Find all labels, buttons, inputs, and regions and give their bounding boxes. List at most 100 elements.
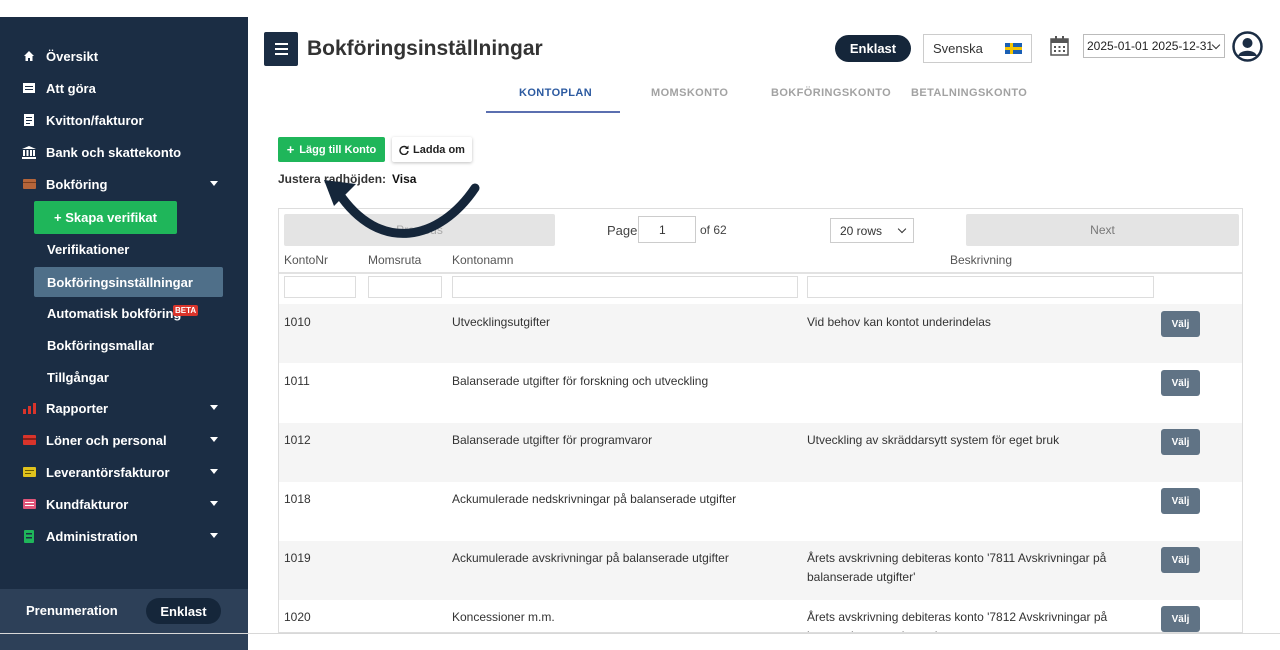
sidebar-item-label: Löner och personal [46, 432, 167, 448]
cell-beskrivning: Utveckling av skräddarsytt system för eg… [807, 433, 1060, 447]
select-account-button[interactable]: Välj [1161, 606, 1200, 632]
tab-momskonto[interactable]: MOMSKONTO [651, 87, 728, 99]
sidebar-item-kundfakturor[interactable]: Kundfakturor [0, 490, 248, 518]
chevron-down-icon [210, 405, 218, 410]
reload-button[interactable]: Ladda om [392, 137, 472, 162]
table-row[interactable]: 1020 Koncessioner m.m. Årets avskrivning… [279, 600, 1242, 632]
active-tab-indicator [486, 111, 620, 113]
sidebar-item-bank[interactable]: Bank och skattekonto [0, 138, 248, 166]
table-row[interactable]: 1012 Balanserade utgifter för programvar… [279, 423, 1242, 482]
rows-per-page-select[interactable]: 20 rows [830, 218, 914, 243]
user-avatar-icon[interactable] [1232, 31, 1263, 62]
next-page-button[interactable]: Next [966, 214, 1239, 246]
page-title: Bokföringsinställningar [307, 37, 543, 60]
cell-kontonamn: Balanserade utgifter för forskning och u… [452, 374, 709, 388]
sidebar-item-label: Kvitton/fakturor [46, 112, 144, 128]
sidebar-item-loner[interactable]: Löner och personal [0, 426, 248, 454]
accounts-table: Previous Page 1 of 62 20 rows Next Konto… [278, 208, 1243, 633]
sidebar-subitem-tillgangar[interactable]: Tillgångar [47, 370, 109, 385]
sidebar-item-leverantorsfakturor[interactable]: Leverantörsfakturor [0, 458, 248, 486]
hamburger-line [274, 43, 288, 45]
select-account-button[interactable]: Välj [1161, 429, 1200, 455]
cell-kontonamn: Koncessioner m.m. [452, 610, 555, 624]
sidebar-subitem-bokforingsmallar[interactable]: Bokföringsmallar [47, 338, 154, 353]
tab-betalningskonto[interactable]: BETALNINGSKONTO [911, 87, 1027, 99]
swedish-flag-icon [1005, 43, 1022, 54]
menu-toggle-button[interactable] [264, 32, 298, 66]
sidebar-item-label: Leverantörsfakturor [46, 464, 170, 480]
select-account-button[interactable]: Välj [1161, 370, 1200, 396]
date-range-value: 2025-01-01 2025-12-31 [1087, 39, 1214, 53]
sidebar-subitem-automatisk-bokforing[interactable]: Automatisk bokföring [47, 306, 181, 321]
book-icon [22, 177, 36, 191]
column-header-beskrivning[interactable]: Beskrivning [950, 253, 1012, 267]
cell-kontonr: 1012 [284, 433, 311, 447]
page-count-label: of 62 [700, 223, 727, 237]
plan-button[interactable]: Enklast [835, 35, 911, 62]
hamburger-line [274, 53, 288, 55]
sidebar-item-label: Administration [46, 528, 138, 544]
chart-icon [22, 401, 36, 415]
cell-kontonr: 1011 [284, 374, 310, 388]
page-label: Page [607, 223, 638, 238]
sidebar-item-oversikt[interactable]: Översikt [0, 42, 248, 70]
cell-kontonr: 1020 [284, 610, 311, 624]
sidebar-item-label: Kundfakturor [46, 496, 129, 512]
chevron-down-icon [210, 469, 218, 474]
beta-badge: BETA [173, 305, 199, 316]
date-range-select[interactable]: 2025-01-01 2025-12-31 [1083, 34, 1225, 58]
table-row[interactable]: 1010 Utvecklingsutgifter Vid behov kan k… [279, 304, 1242, 363]
tab-kontoplan[interactable]: KONTOPLAN [519, 87, 592, 99]
table-row[interactable]: 1011 Balanserade utgifter för forskning … [279, 364, 1242, 423]
reload-label: Ladda om [413, 143, 465, 156]
select-account-button[interactable]: Välj [1161, 311, 1200, 337]
sidebar-item-att-gora[interactable]: Att göra [0, 74, 248, 102]
sidebar-item-administration[interactable]: Administration [0, 522, 248, 550]
language-label: Svenska [933, 41, 983, 56]
admin-icon [22, 529, 36, 543]
sidebar-subitem-verifikationer[interactable]: Verifikationer [47, 242, 129, 257]
chevron-down-icon [210, 181, 218, 186]
table-row[interactable]: 1019 Ackumulerade avskrivningar på balan… [279, 541, 1242, 600]
sidebar-item-label: Rapporter [46, 400, 109, 416]
create-voucher-button[interactable]: + Skapa verifikat [34, 201, 177, 234]
sidebar-item-kvitton[interactable]: Kvitton/fakturor [0, 106, 248, 134]
rows-per-page-value: 20 rows [840, 223, 883, 238]
chevron-down-icon [210, 533, 218, 538]
add-account-label: Lägg till Konto [299, 143, 377, 156]
cell-beskrivning: Årets avskrivning debiteras konto '7812 … [807, 610, 1108, 632]
chevron-down-icon [897, 224, 907, 234]
cell-beskrivning: Årets avskrivning debiteras konto '7811 … [807, 551, 1107, 584]
cell-beskrivning: Vid behov kan kontot underindelas [807, 315, 991, 329]
page-bottom-divider [0, 633, 1280, 634]
filter-input-kontonamn[interactable] [452, 276, 798, 298]
hamburger-line [274, 48, 288, 50]
table-row[interactable]: 1018 Ackumulerade nedskrivningar på bala… [279, 482, 1242, 541]
filter-input-kontonr[interactable] [284, 276, 356, 298]
subscription-label: Prenumeration [26, 603, 118, 618]
receipt-icon [22, 113, 36, 127]
sidebar-item-label: Att göra [46, 80, 96, 96]
select-account-button[interactable]: Välj [1161, 488, 1200, 514]
list-icon [22, 81, 36, 95]
sidebar-subitem-bokforingsinstallningar[interactable]: Bokföringsinställningar [47, 275, 193, 290]
language-selector[interactable]: Svenska [923, 34, 1032, 63]
select-account-button[interactable]: Välj [1161, 547, 1200, 573]
sidebar-item-label: Översikt [46, 48, 99, 64]
sidebar-item-rapporter[interactable]: Rapporter [0, 394, 248, 422]
cell-kontonr: 1018 [284, 492, 311, 506]
filter-input-momsruta[interactable] [368, 276, 442, 298]
page-number-input[interactable]: 1 [638, 216, 696, 243]
chevron-down-icon [210, 501, 218, 506]
cell-kontonr: 1019 [284, 551, 311, 565]
sidebar-item-bokforing[interactable]: Bokföring [0, 170, 248, 198]
add-account-button[interactable]: + Lägg till Konto [278, 137, 385, 162]
bank-icon [22, 145, 36, 159]
sidebar-plan-button[interactable]: Enklast [146, 598, 221, 624]
filter-input-beskrivning[interactable] [807, 276, 1154, 298]
calendar-icon[interactable] [1050, 36, 1069, 56]
customer-invoice-icon [22, 497, 36, 511]
cell-kontonamn: Utvecklingsutgifter [452, 315, 551, 329]
tab-bokforingskonto[interactable]: BOKFÖRINGSKONTO [771, 87, 891, 99]
annotation-arrow-icon [324, 180, 480, 238]
